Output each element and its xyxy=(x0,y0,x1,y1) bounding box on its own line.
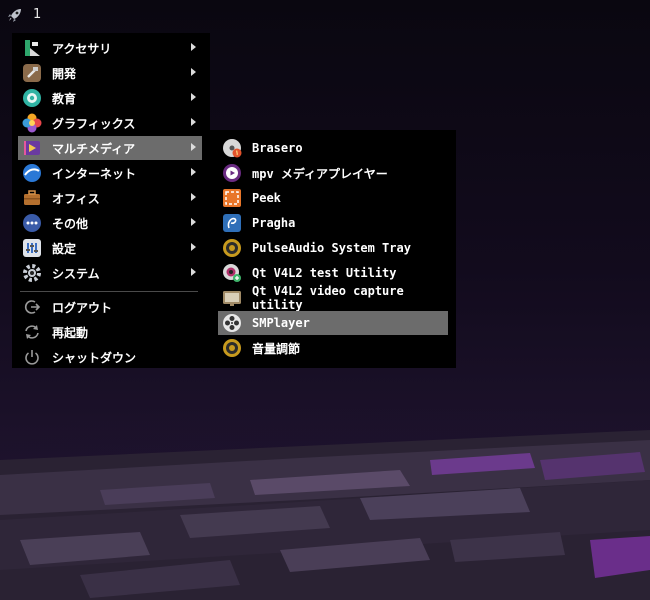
submenu-item-video-capture[interactable]: Qt V4L2 video capture utility xyxy=(218,284,448,312)
menu-item-label: オフィス xyxy=(52,191,100,206)
menu-item-shutdown[interactable]: シャットダウン xyxy=(18,345,202,369)
settings-icon xyxy=(22,238,42,258)
rocket-icon[interactable] xyxy=(6,6,24,24)
menu-item-label: 設定 xyxy=(52,241,77,256)
submenu-arrow-icon xyxy=(191,243,196,251)
menu-item-other[interactable]: その他 xyxy=(18,211,202,235)
menu-item-education[interactable]: 教育 xyxy=(18,86,202,110)
menu-item-multimedia[interactable]: マルチメディア xyxy=(18,136,202,160)
menu-item-label: ログアウト xyxy=(52,300,113,315)
menu-item-label: マルチメディア xyxy=(52,141,136,156)
accessories-icon xyxy=(22,38,42,58)
application-menu: アクセサリ 開発 教育 グラフィックス マルチメディア インターネット オフィス… xyxy=(12,33,210,368)
menu-item-label: 教育 xyxy=(52,91,77,106)
system-icon xyxy=(22,263,42,283)
multimedia-submenu: Brasero mpv メディアプレイヤー Peek Pragha PulseA… xyxy=(210,130,456,368)
development-icon xyxy=(22,63,42,83)
reboot-icon xyxy=(22,322,42,342)
menu-item-label: アクセサリ xyxy=(52,41,112,56)
pragha-icon xyxy=(222,213,242,233)
submenu-arrow-icon xyxy=(191,268,196,276)
submenu-arrow-icon xyxy=(191,118,196,126)
menu-item-label: 再起動 xyxy=(52,325,89,340)
submenu-arrow-icon xyxy=(191,143,196,151)
smplayer-icon xyxy=(222,313,242,333)
menu-item-graphics[interactable]: グラフィックス xyxy=(18,111,202,135)
menu-item-label: 開発 xyxy=(52,66,77,81)
submenu-item-label: SMPlayer xyxy=(252,316,310,330)
menu-item-reboot[interactable]: 再起動 xyxy=(18,320,202,344)
top-panel: 1 xyxy=(0,0,650,30)
other-icon xyxy=(22,213,42,233)
menu-separator xyxy=(20,291,198,292)
submenu-item-volume-control[interactable]: 音量調節 xyxy=(218,336,448,360)
submenu-item-label: Pragha xyxy=(252,216,296,230)
menu-item-system[interactable]: システム xyxy=(18,261,202,285)
submenu-arrow-icon xyxy=(191,168,196,176)
submenu-item-pragha[interactable]: Pragha xyxy=(218,211,448,235)
submenu-item-label: Qt V4L2 video capture utility xyxy=(252,284,404,312)
qv4l2-icon xyxy=(222,263,242,283)
menu-item-label: その他 xyxy=(52,216,89,231)
volume-control-icon xyxy=(222,338,242,358)
education-icon xyxy=(22,88,42,108)
multimedia-icon xyxy=(22,138,42,158)
office-icon xyxy=(22,188,42,208)
submenu-item-label: Brasero xyxy=(252,141,303,155)
submenu-item-label: mpv メディアプレイヤー xyxy=(252,166,388,181)
menu-item-settings[interactable]: 設定 xyxy=(18,236,202,260)
submenu-item-label: Qt V4L2 test Utility xyxy=(252,266,397,280)
menu-item-office[interactable]: オフィス xyxy=(18,186,202,210)
menu-item-accessories[interactable]: アクセサリ xyxy=(18,36,202,60)
submenu-item-brasero[interactable]: Brasero xyxy=(218,136,448,160)
pulseaudio-icon xyxy=(222,238,242,258)
internet-icon xyxy=(22,163,42,183)
menu-item-internet[interactable]: インターネット xyxy=(18,161,202,185)
menu-item-label: シャットダウン xyxy=(52,350,137,365)
submenu-arrow-icon xyxy=(191,43,196,51)
submenu-item-smplayer[interactable]: SMPlayer xyxy=(218,311,448,335)
video-capture-icon xyxy=(222,288,242,308)
submenu-item-pulseaudio[interactable]: PulseAudio System Tray xyxy=(218,236,448,260)
submenu-arrow-icon xyxy=(191,218,196,226)
brasero-disc-icon xyxy=(222,138,242,158)
submenu-item-mpv[interactable]: mpv メディアプレイヤー xyxy=(218,161,448,185)
submenu-item-peek[interactable]: Peek xyxy=(218,186,448,210)
submenu-arrow-icon xyxy=(191,68,196,76)
menu-item-label: インターネット xyxy=(52,166,137,181)
menu-item-development[interactable]: 開発 xyxy=(18,61,202,85)
desktop-number[interactable]: 1 xyxy=(33,7,41,22)
shutdown-icon xyxy=(22,347,42,367)
submenu-item-label: PulseAudio System Tray xyxy=(252,241,411,255)
submenu-item-label: 音量調節 xyxy=(252,341,301,356)
submenu-item-label: Peek xyxy=(252,191,281,205)
peek-icon xyxy=(222,188,242,208)
menu-item-logout[interactable]: ログアウト xyxy=(18,295,202,319)
logout-icon xyxy=(22,297,42,317)
menu-item-label: システム xyxy=(52,266,100,281)
graphics-icon xyxy=(22,113,42,133)
mpv-icon xyxy=(222,163,242,183)
wallpaper-cityscape xyxy=(0,420,650,600)
submenu-arrow-icon xyxy=(191,93,196,101)
submenu-item-qv4l2-test[interactable]: Qt V4L2 test Utility xyxy=(218,261,448,285)
menu-item-label: グラフィックス xyxy=(52,116,136,131)
submenu-arrow-icon xyxy=(191,193,196,201)
